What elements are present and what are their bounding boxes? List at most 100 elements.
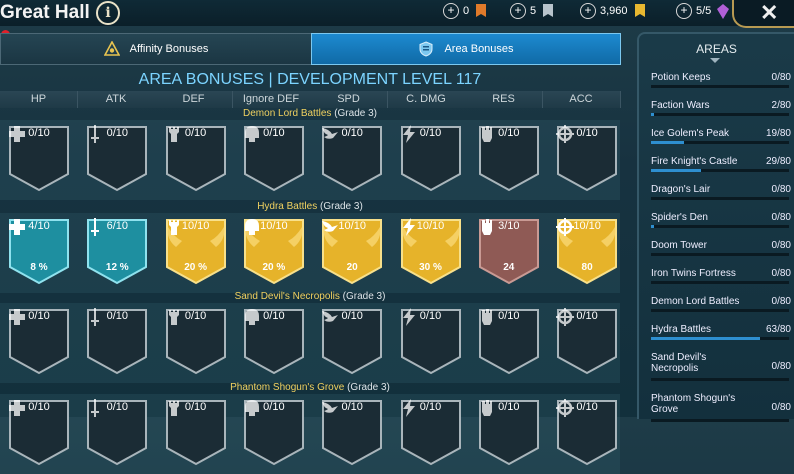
- resource-counter[interactable]: +5/5: [676, 2, 730, 20]
- bonus-card[interactable]: 0/10: [7, 398, 71, 466]
- lightning-icon: [402, 308, 415, 326]
- area-progress-fill: [651, 141, 684, 144]
- plus-icon[interactable]: +: [676, 3, 692, 19]
- area-name: Fire Knight's Castle: [651, 156, 738, 167]
- resource-counter[interactable]: +3,960: [580, 2, 646, 20]
- bonus-card[interactable]: 0/10: [399, 398, 463, 466]
- crosshair-icon: [556, 125, 575, 143]
- areas-panel: AREAS Potion Keeps 0/80 Faction Wars 2/80 Ic…: [637, 32, 794, 422]
- close-icon: ✕: [760, 0, 779, 25]
- tab-label: Area Bonuses: [444, 43, 514, 55]
- bonus-card[interactable]: 0/10: [164, 398, 228, 466]
- bonus-card[interactable]: 0/10: [399, 307, 463, 375]
- section-grade: (Grade 3): [342, 291, 386, 302]
- bonus-card[interactable]: 3/10 24: [477, 217, 541, 285]
- area-progress-bar: [651, 141, 789, 144]
- area-progress-bar: [651, 113, 789, 116]
- section-name: Sand Devil's Necropolis: [234, 291, 340, 302]
- area-value: 2/80: [771, 100, 791, 111]
- column-header: HP: [0, 91, 78, 108]
- section-grade: (Grade 3): [334, 108, 377, 119]
- column-header: SPD: [310, 91, 388, 108]
- resource-value: 5/5: [696, 5, 712, 17]
- bonus-card[interactable]: 0/10: [7, 307, 71, 375]
- area-name: Phantom Shogun's Grove: [651, 393, 736, 415]
- bonus-card[interactable]: 0/10: [164, 307, 228, 375]
- bonus-card[interactable]: 0/10: [320, 398, 384, 466]
- area-progress-bar: [651, 419, 789, 422]
- bonus-card[interactable]: 0/10: [242, 307, 306, 375]
- bonus-card[interactable]: 0/10: [320, 307, 384, 375]
- bonus-card[interactable]: 0/10: [85, 124, 149, 192]
- area-progress-fill: [651, 169, 702, 172]
- bonus-card[interactable]: 10/10 30 %: [399, 217, 463, 285]
- bonus-card[interactable]: 0/10: [242, 124, 306, 192]
- area-value: 0/80: [771, 72, 791, 83]
- area-progress-bar: [651, 225, 789, 228]
- sword-icon: [91, 308, 100, 326]
- column-header: ATK: [77, 91, 156, 108]
- helmet-icon: [244, 400, 259, 416]
- area-name: Demon Lord Battles: [651, 296, 740, 307]
- resource-counter[interactable]: +5: [510, 2, 554, 20]
- plus-icon[interactable]: +: [443, 3, 459, 19]
- close-button[interactable]: ✕: [732, 0, 794, 28]
- area-value: 0/80: [771, 268, 791, 279]
- lightning-icon: [402, 399, 415, 417]
- fist-icon: [481, 309, 492, 325]
- bonus-card[interactable]: 4/10 8 %: [7, 217, 71, 285]
- bonus-card[interactable]: 0/10: [164, 124, 228, 192]
- tab-area-bonuses[interactable]: Area Bonuses: [311, 33, 621, 65]
- section-grade: (Grade 3): [320, 201, 363, 212]
- bonus-card[interactable]: 0/10: [555, 398, 619, 466]
- area-name: Doom Tower: [651, 240, 707, 251]
- resource-value: 3,960: [600, 5, 628, 17]
- area-bonuses-heading: AREA BONUSES | DEVELOPMENT LEVEL 117: [138, 71, 482, 88]
- bonus-value: 12 %: [105, 262, 129, 273]
- plus-icon[interactable]: +: [580, 3, 596, 19]
- plus-icon[interactable]: +: [510, 3, 526, 19]
- fist-icon: [481, 219, 492, 235]
- section-heading: Sand Devil's Necropolis (Grade 3): [0, 291, 620, 302]
- bonus-card[interactable]: 0/10: [477, 307, 541, 375]
- column-header: Ignore DEF: [232, 91, 311, 108]
- helmet-icon: [244, 126, 259, 142]
- lightning-icon: [402, 125, 415, 143]
- bonus-card[interactable]: 10/10 80: [555, 217, 619, 285]
- resource-value: 0: [463, 5, 470, 17]
- bonus-value: 30 %: [419, 262, 442, 273]
- bonus-card[interactable]: 0/10: [320, 124, 384, 192]
- bonus-card[interactable]: 0/10: [399, 124, 463, 192]
- fist-icon: [481, 126, 492, 142]
- bonus-card[interactable]: 10/10 20 %: [242, 217, 306, 285]
- area-progress-bar: [651, 197, 789, 200]
- bonus-value: 20 %: [184, 262, 207, 273]
- wing-icon: [322, 221, 339, 232]
- bonus-card[interactable]: 0/10: [477, 124, 541, 192]
- bonus-card[interactable]: 0/10: [242, 398, 306, 466]
- bonus-value: 24: [503, 262, 515, 273]
- bonus-card[interactable]: 0/10: [555, 307, 619, 375]
- resource-value: 5: [530, 5, 537, 17]
- orange-banner-icon: [476, 3, 487, 17]
- sword-icon: [91, 399, 100, 417]
- sword-icon: [91, 125, 100, 143]
- bonus-card[interactable]: 0/10: [7, 124, 71, 192]
- area-progress-bar: [651, 309, 789, 312]
- bonus-card[interactable]: 0/10: [85, 398, 149, 466]
- section-heading: Phantom Shogun's Grove (Grade 3): [0, 382, 620, 393]
- area-name: Dragon's Lair: [651, 184, 711, 195]
- bonus-card[interactable]: 0/10: [555, 124, 619, 192]
- section-name: Demon Lord Battles: [243, 108, 332, 119]
- info-icon[interactable]: i: [96, 1, 120, 25]
- bonus-card[interactable]: 0/10: [477, 398, 541, 466]
- bonus-card[interactable]: 10/10 20: [320, 217, 384, 285]
- bonus-card[interactable]: 10/10 20 %: [164, 217, 228, 285]
- area-name: Iron Twins Fortress: [651, 268, 736, 279]
- areas-title: AREAS: [696, 42, 737, 56]
- fist-icon: [481, 400, 492, 416]
- resource-counter[interactable]: +0: [443, 2, 487, 20]
- bonus-card[interactable]: 0/10: [85, 307, 149, 375]
- tab-affinity-bonuses[interactable]: Affinity Bonuses: [0, 33, 312, 65]
- bonus-card[interactable]: 6/10 12 %: [85, 217, 149, 285]
